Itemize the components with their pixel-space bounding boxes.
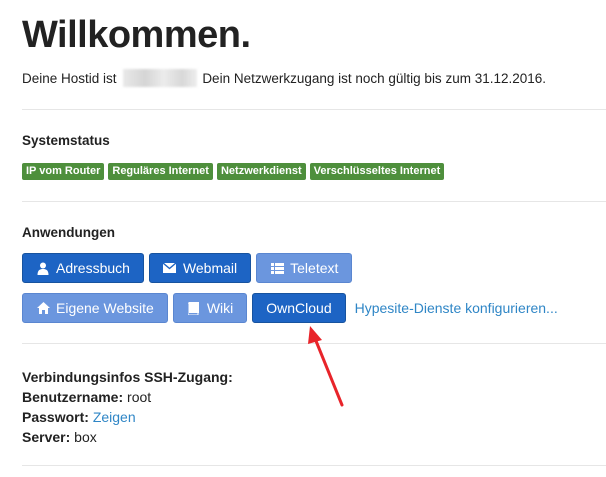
divider [22,201,606,202]
home-icon [36,301,50,315]
anwendungen-title: Anwendungen [22,225,115,240]
status-badge-netzwerkdienst: Netzwerkdienst [216,163,306,180]
configure-services-link[interactable]: Hypesite-Dienste konfigurieren... [355,300,558,316]
status-badges: IP vom Router Reguläres Internet Netzwer… [22,163,445,180]
list-icon [270,261,284,275]
hostid-prefix: Deine Hostid ist [22,71,117,86]
server-label: Server: [22,429,71,445]
hostid-redacted [122,69,197,87]
annotation-arrow-icon [308,326,344,407]
user-icon [36,261,50,275]
wiki-button[interactable]: Wiki [172,293,248,323]
ssh-username-row: Benutzername: root [22,387,233,407]
username-label: Benutzername: [22,389,124,405]
webmail-button[interactable]: Webmail [148,253,252,283]
ssh-server-row: Server: box [22,427,233,447]
server-value: box [74,429,97,445]
access-validity-text: Dein Netzwerkzugang ist noch gültig bis … [202,71,547,86]
status-badge-verschluesselt: Verschlüsseltes Internet [309,163,445,180]
status-badge-internet: Reguläres Internet [108,163,213,180]
status-badge-router: IP vom Router [22,163,105,180]
ssh-info-title: Verbindungsinfos SSH-Zugang: [22,369,233,385]
ssh-info: Verbindungsinfos SSH-Zugang: Benutzernam… [22,367,233,447]
eigene-website-button[interactable]: Eigene Website [22,293,168,323]
adressbuch-button[interactable]: Adressbuch [22,253,144,283]
page-title: Willkommen. [22,14,251,56]
show-password-link[interactable]: Zeigen [93,409,136,425]
password-label: Passwort: [22,409,89,425]
ssh-password-row: Passwort: Zeigen [22,407,233,427]
systemstatus-title: Systemstatus [22,133,110,148]
username-value: root [127,389,152,405]
hostid-info: Deine Hostid ist Dein Netzwerkzugang ist… [22,69,546,87]
envelope-icon [163,261,177,275]
apps-row-2: Eigene Website Wiki OwnCloud Hypesite-Di… [22,293,558,323]
divider [22,465,606,466]
owncloud-button[interactable]: OwnCloud [252,293,346,323]
divider [22,109,606,110]
apps-row-1: Adressbuch Webmail Teletext [22,253,353,283]
teletext-button[interactable]: Teletext [256,253,353,283]
book-icon [187,301,201,315]
